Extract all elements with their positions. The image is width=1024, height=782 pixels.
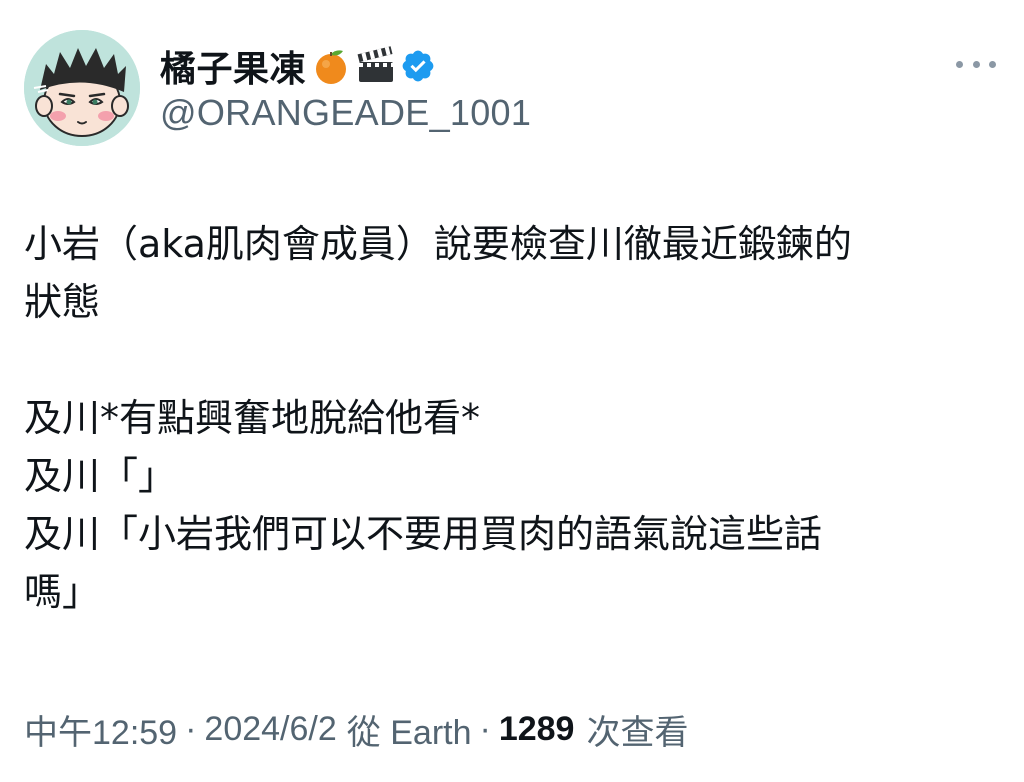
tweet-date[interactable]: 2024/6/2 — [204, 710, 336, 749]
clapper-board-icon — [356, 46, 394, 86]
display-name[interactable]: 橘子果凍 — [160, 40, 306, 92]
meta-separator: · — [479, 710, 491, 748]
views-count: 1289 — [498, 710, 575, 748]
avatar[interactable] — [24, 30, 140, 146]
tweet-line: 及川「」 — [24, 454, 177, 498]
tweet-line: 狀態 — [24, 280, 101, 324]
tweet-line: 小岩（aka肌肉會成員）說要檢查川徹最近鍛鍊的 — [24, 222, 852, 266]
tweet-line: 及川*有點興奮地脫給他看* — [24, 396, 481, 440]
more-options-icon[interactable] — [956, 52, 996, 76]
more-dot — [989, 60, 996, 68]
tweet-time[interactable]: 中午12:59 — [24, 705, 177, 754]
verified-badge-icon[interactable] — [400, 48, 436, 84]
avatar-illustration — [24, 30, 140, 146]
views-label: 次查看 — [586, 714, 689, 752]
author-name-row[interactable]: 橘子果凍 — [160, 38, 436, 94]
tweet-source: 從 Earth — [346, 714, 472, 752]
more-dot — [972, 60, 980, 68]
user-handle[interactable]: @ORANGEADE_1001 — [160, 92, 531, 134]
tweet-text: 小岩（aka肌肉會成員）說要檢查川徹最近鍛鍊的 狀態 及川*有點興奮地脫給他看*… — [24, 215, 994, 621]
tweet-line: 嗎」 — [24, 570, 101, 614]
tweet-line: 及川「小岩我們可以不要用買肉的語氣說這些話 — [24, 512, 823, 556]
more-dot — [956, 60, 963, 68]
tweet-meta: 中午12:59 · 2024/6/2 從 Earth · 1289 次查看 — [24, 705, 688, 754]
meta-separator: · — [185, 710, 197, 748]
tangerine-emoji-icon — [312, 46, 350, 86]
